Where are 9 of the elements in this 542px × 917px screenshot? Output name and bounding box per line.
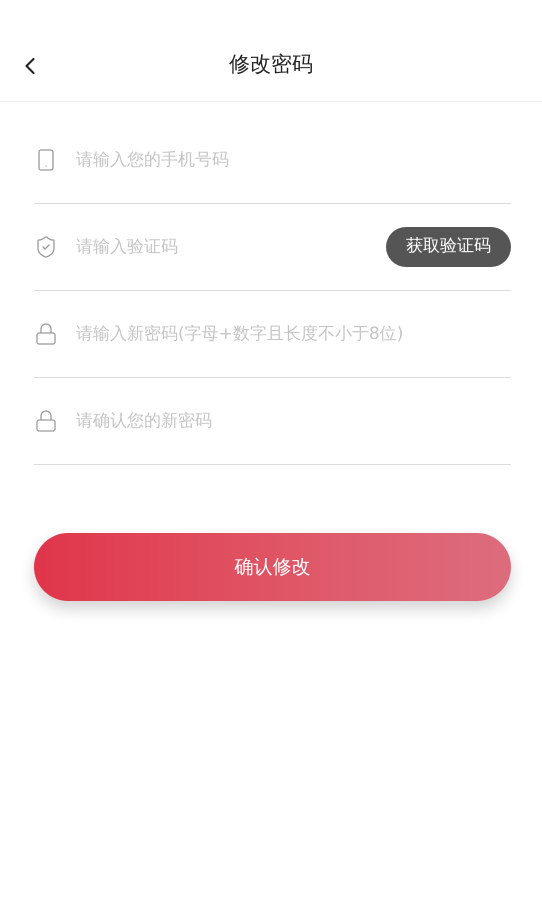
lock-icon <box>34 322 58 346</box>
page-title: 修改密码 <box>229 50 313 78</box>
lock-icon <box>34 409 58 433</box>
get-code-button[interactable]: 获取验证码 <box>386 227 511 267</box>
input-field[interactable]: 请输入验证码 <box>76 227 386 267</box>
input-field[interactable]: 请输入您的手机号码 <box>76 140 511 180</box>
confirm-button[interactable]: 确认修改 <box>34 533 511 601</box>
input-field[interactable]: 请确认您的新密码 <box>76 401 511 441</box>
input-field[interactable]: 请输入新密码(字母+数字且长度不小于8位) <box>76 314 511 354</box>
